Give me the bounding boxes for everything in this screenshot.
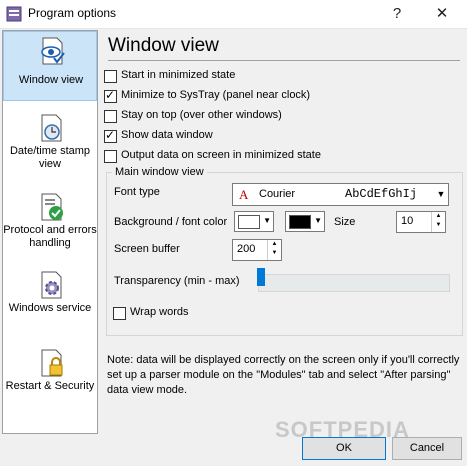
ok-button[interactable]: OK — [302, 437, 386, 460]
background-color-picker[interactable]: ▼ — [234, 211, 274, 232]
transparency-slider[interactable] — [258, 274, 450, 292]
sidebar-item-label: Date/time stamp view — [9, 145, 91, 170]
sidebar-item-label: Windows service — [8, 302, 92, 314]
sidebar-item-windows-service[interactable]: Windows service — [3, 266, 97, 336]
chevron-down-icon: ▼ — [263, 216, 271, 225]
help-button[interactable]: ? — [375, 0, 419, 28]
checkbox[interactable]: ✓ — [104, 128, 117, 143]
group-title: Main window view — [112, 166, 207, 178]
font-color-picker[interactable]: ▼ — [285, 211, 325, 232]
font-type-label: Font type — [114, 186, 160, 198]
sidebar-item-label: Restart & Security — [5, 380, 95, 392]
sidebar-item-label: Protocol and errors handling — [3, 224, 97, 249]
checkbox[interactable] — [104, 150, 117, 163]
parser-note: Note: data will be displayed correctly o… — [107, 354, 460, 396]
gear-document-icon — [41, 271, 62, 299]
sidebar-item-window-view[interactable]: Window view — [3, 31, 97, 101]
section-title: Window view — [108, 35, 219, 56]
sidebar-item-protocol[interactable]: Protocol and errors handling — [3, 188, 97, 258]
font-sample: AbCdEfGhIj — [345, 187, 418, 201]
sidebar-item-date-time[interactable]: Date/time stamp view — [3, 109, 97, 179]
spin-arrows-icon[interactable]: ▲ ▼ — [267, 240, 281, 260]
font-size-stepper[interactable]: 10 ▲ ▼ — [396, 211, 446, 233]
chevron-down-icon[interactable]: ▼ — [434, 184, 448, 205]
bg-font-color-label: Background / font color — [114, 216, 228, 228]
window-title: Program options — [28, 6, 117, 20]
font-name: Courier — [259, 188, 296, 200]
checkbox[interactable] — [113, 307, 126, 320]
screen-buffer-stepper[interactable]: 200 ▲ ▼ — [232, 239, 282, 261]
screen-buffer-value: 200 — [237, 243, 256, 255]
transparency-slider-thumb[interactable] — [257, 268, 265, 286]
checkbox[interactable]: ✓ — [104, 88, 117, 103]
spin-arrows-icon[interactable]: ▲ ▼ — [431, 212, 445, 232]
checkbox[interactable] — [104, 110, 117, 123]
title-bar: Program options ? ✕ — [0, 0, 467, 29]
checkbox[interactable] — [104, 70, 117, 83]
font-size-value: 10 — [401, 215, 414, 227]
transparency-label: Transparency (min - max) — [114, 275, 240, 287]
font-type-select[interactable]: A Courier AbCdEfGhIj ▼ — [232, 183, 449, 206]
background-swatch — [238, 215, 260, 229]
close-button[interactable]: ✕ — [420, 0, 464, 28]
lock-document-icon — [41, 349, 63, 377]
section-divider — [108, 60, 460, 61]
eye-document-icon — [41, 37, 65, 65]
clock-document-icon — [41, 114, 62, 142]
cancel-button[interactable]: Cancel — [392, 437, 462, 460]
checkmark-icon: ✓ — [105, 88, 116, 102]
screen-buffer-label: Screen buffer — [114, 243, 180, 255]
chevron-down-icon: ▼ — [314, 216, 322, 225]
sidebar-item-restart-security[interactable]: Restart & Security — [3, 344, 97, 414]
sidebar-item-label: Window view — [18, 74, 84, 86]
checkmark-icon: ✓ — [105, 128, 116, 142]
size-label: Size — [334, 216, 356, 228]
app-icon — [6, 6, 22, 22]
options-sidebar: Window view Date/time stamp view Protoco… — [2, 30, 98, 434]
check-document-icon — [41, 193, 63, 221]
truetype-font-icon: A — [239, 187, 249, 202]
font-color-swatch — [289, 215, 311, 229]
